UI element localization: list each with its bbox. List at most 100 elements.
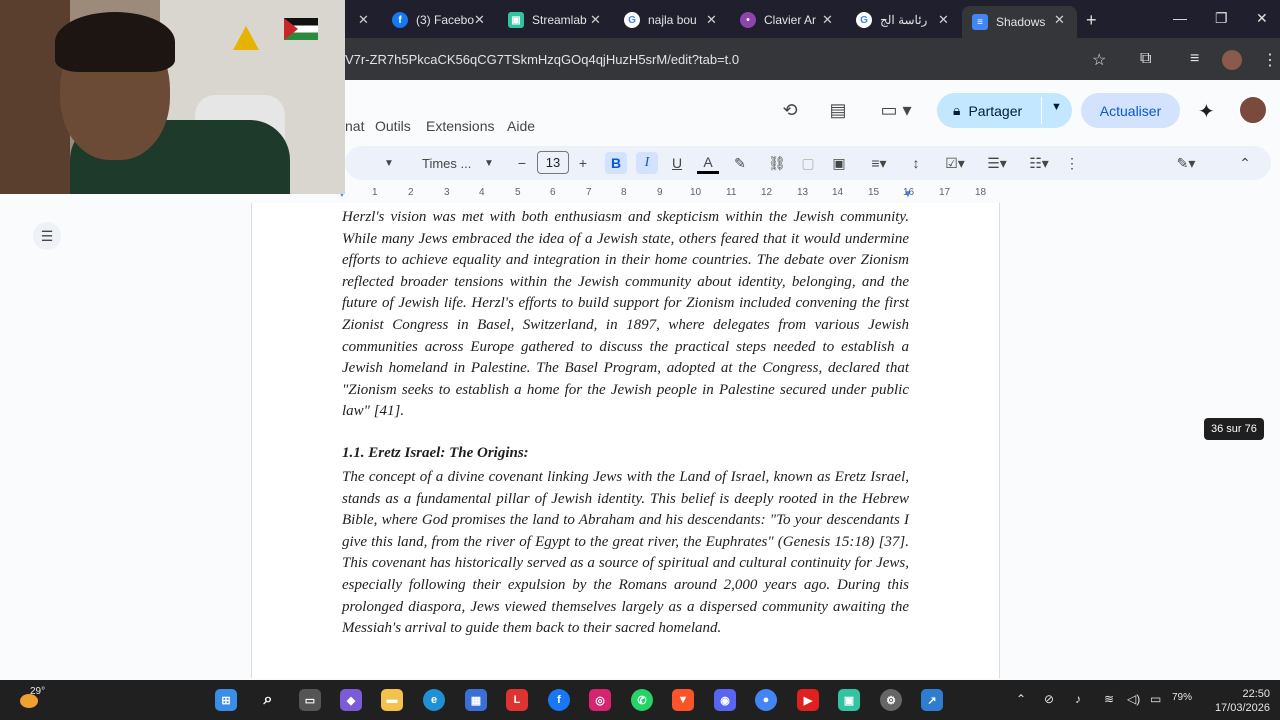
ruler-number: 9 bbox=[657, 187, 663, 198]
bulleted-list-icon[interactable]: ☰▾ bbox=[979, 152, 1015, 174]
extensions-icon[interactable]: ⧉ bbox=[1140, 50, 1151, 68]
comments-icon[interactable]: ▤ bbox=[826, 98, 850, 122]
browser-profile-avatar[interactable] bbox=[1222, 50, 1242, 70]
ruler-number: 2 bbox=[408, 187, 414, 198]
menu-kebab-icon[interactable]: ⋮ bbox=[1262, 50, 1278, 70]
body-paragraph[interactable]: The concept of a divine covenant linking… bbox=[342, 467, 909, 640]
window-close-icon[interactable]: ✕ bbox=[1256, 10, 1268, 27]
close-icon[interactable]: ✕ bbox=[470, 6, 485, 34]
task-view-icon[interactable]: ▭ bbox=[299, 689, 321, 711]
tab-streamlabs[interactable]: ▣ Streamlab bbox=[498, 6, 600, 34]
minimize-icon[interactable]: — bbox=[1173, 10, 1187, 26]
battery-percent: 79% bbox=[1172, 692, 1193, 703]
bookmark-star-icon[interactable]: ☆ bbox=[1092, 50, 1106, 70]
chevron-down-icon[interactable]: ▼ bbox=[1051, 101, 1062, 113]
streamlabs-icon[interactable]: ▣ bbox=[838, 689, 860, 711]
align-icon[interactable]: ≡▾ bbox=[864, 152, 894, 174]
account-avatar[interactable] bbox=[1238, 95, 1268, 125]
collapse-menus-icon[interactable]: ⌃ bbox=[1236, 152, 1254, 174]
font-chevron-down-icon[interactable]: ▼ bbox=[483, 152, 495, 174]
section-heading[interactable]: 1.1. Eretz Israel: The Origins: bbox=[342, 445, 529, 462]
numbered-list-icon[interactable]: ☷▾ bbox=[1021, 152, 1057, 174]
store-icon[interactable]: ▦ bbox=[465, 689, 487, 711]
version-history-icon[interactable]: ⟲ bbox=[778, 98, 802, 122]
brave-icon[interactable]: ▼ bbox=[672, 689, 694, 711]
tab-google-arabic[interactable]: G رئاسة الج bbox=[846, 6, 948, 34]
close-icon[interactable]: ✕ bbox=[1050, 6, 1065, 34]
whatsapp-icon[interactable]: ✆ bbox=[631, 689, 653, 711]
facebook-icon[interactable]: f bbox=[548, 689, 570, 711]
close-icon[interactable]: ✕ bbox=[354, 6, 369, 34]
flag-sticker bbox=[284, 18, 318, 40]
meet-icon[interactable]: ▭ ▾ bbox=[876, 98, 916, 122]
chrome-icon[interactable]: ● bbox=[755, 689, 777, 711]
gemini-icon[interactable]: ✦ bbox=[1198, 99, 1215, 124]
menu-format[interactable]: nat bbox=[345, 118, 364, 134]
ruler-number: 14 bbox=[832, 187, 844, 198]
insert-image-icon[interactable]: ▣ bbox=[828, 152, 850, 174]
body-paragraph[interactable]: Herzl's vision was met with both enthusi… bbox=[342, 207, 909, 423]
youtube-icon[interactable]: ▶ bbox=[797, 689, 819, 711]
copilot-icon[interactable]: ◆ bbox=[340, 689, 362, 711]
file-explorer-icon[interactable]: ▬ bbox=[381, 689, 403, 711]
close-icon[interactable]: ✕ bbox=[934, 6, 949, 34]
settings-gear-icon[interactable]: ⚙ bbox=[880, 689, 902, 711]
editing-mode-icon[interactable]: ✎▾ bbox=[1168, 152, 1204, 174]
maximize-icon[interactable]: ❐ bbox=[1215, 10, 1228, 27]
system-clock[interactable]: 22:50 17/03/2026 bbox=[1206, 687, 1270, 715]
ruler-number: 10 bbox=[690, 187, 702, 198]
webcam-person-hair bbox=[55, 12, 175, 72]
line-spacing-icon[interactable]: ↕ bbox=[905, 152, 927, 174]
wifi-icon[interactable]: ≋ bbox=[1104, 692, 1114, 706]
ruler-number: 16 bbox=[903, 187, 915, 198]
tab-google-search[interactable]: G najla bou bbox=[614, 6, 716, 34]
instagram-icon[interactable]: ◎ bbox=[589, 689, 611, 711]
highlight-icon[interactable]: ✎ bbox=[729, 152, 751, 174]
pin-icon: • bbox=[740, 12, 756, 28]
decrease-font-size-button[interactable]: − bbox=[514, 152, 530, 174]
media-controls-icon[interactable]: ≡ bbox=[1190, 50, 1199, 68]
volume-icon[interactable]: ◁) bbox=[1127, 692, 1140, 706]
no-sound-icon[interactable]: ⊘ bbox=[1044, 692, 1054, 706]
share-button[interactable]: 🔒︎ Partager ▼ bbox=[937, 93, 1072, 128]
ruler-number: 1 bbox=[372, 187, 378, 198]
microphone-icon[interactable]: ♪ bbox=[1075, 692, 1081, 706]
insert-link-icon[interactable]: ⛓ bbox=[766, 152, 788, 174]
app-l-icon[interactable]: L bbox=[506, 689, 528, 711]
windows-start-icon[interactable]: ⊞ bbox=[215, 689, 237, 711]
close-icon[interactable]: ✕ bbox=[702, 6, 717, 34]
discord-icon[interactable]: ◉ bbox=[714, 689, 736, 711]
tab-label: Streamlab bbox=[532, 13, 587, 27]
update-button[interactable]: Actualiser bbox=[1081, 93, 1180, 128]
text-color-button[interactable]: A bbox=[697, 152, 719, 174]
document-outline-button[interactable]: ☰ bbox=[33, 222, 61, 250]
chevron-up-icon[interactable]: ⌃ bbox=[1016, 692, 1026, 706]
weather-widget[interactable]: 29° bbox=[18, 686, 46, 710]
increase-font-size-button[interactable]: + bbox=[575, 152, 591, 174]
ruler-number: 17 bbox=[939, 187, 951, 198]
tab-clavier[interactable]: • Clavier Ar bbox=[730, 6, 832, 34]
close-icon[interactable]: ✕ bbox=[586, 6, 601, 34]
underline-button[interactable]: U bbox=[666, 152, 688, 174]
close-icon[interactable]: ✕ bbox=[818, 6, 833, 34]
edge-icon[interactable]: e bbox=[423, 689, 445, 711]
tab-label: Clavier Ar bbox=[764, 13, 817, 27]
menu-extensions[interactable]: Extensions bbox=[426, 118, 494, 134]
checklist-icon[interactable]: ☑▾ bbox=[937, 152, 973, 174]
font-size-input[interactable]: 13 bbox=[537, 151, 569, 174]
tab-label: najla bou bbox=[648, 13, 697, 27]
menu-tools[interactable]: Outils bbox=[375, 118, 411, 134]
add-comment-icon[interactable]: ▢ bbox=[797, 152, 819, 174]
font-family-select[interactable]: Times ... bbox=[422, 152, 482, 174]
bold-button[interactable]: B bbox=[605, 152, 627, 174]
tab-facebook[interactable]: f (3) Facebo bbox=[382, 6, 484, 34]
app-icon[interactable]: ↗ bbox=[921, 689, 943, 711]
more-options-icon[interactable]: ⋮ bbox=[1065, 152, 1079, 174]
style-dropdown-chevron-icon[interactable]: ▼ bbox=[383, 152, 395, 174]
italic-button[interactable]: I bbox=[636, 152, 658, 174]
menu-help[interactable]: Aide bbox=[507, 118, 535, 134]
search-icon[interactable]: ⌕ bbox=[257, 689, 279, 711]
battery-icon[interactable]: ▭ bbox=[1150, 692, 1161, 706]
url-field[interactable]: V7r-ZR7h5PkcaCK56qCG7TSkmHzqGOq4qjHuzH5s… bbox=[345, 52, 739, 67]
new-tab-button[interactable]: + bbox=[1086, 10, 1097, 31]
